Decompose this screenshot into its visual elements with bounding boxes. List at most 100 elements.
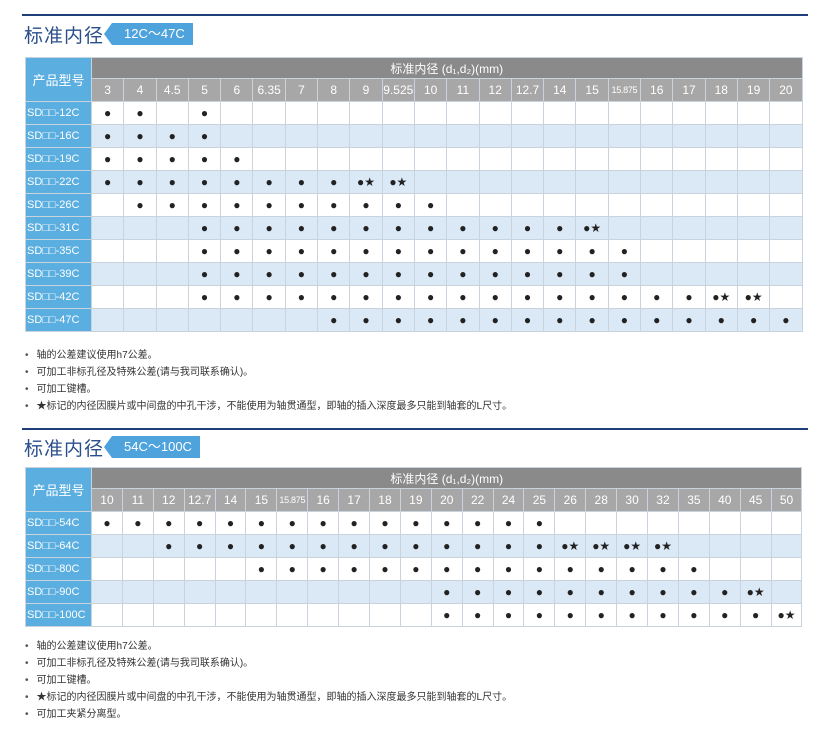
availability-cell: ●	[510, 262, 545, 286]
availability-cell	[123, 308, 157, 332]
availability-cell	[736, 262, 771, 286]
availability-cell	[369, 603, 401, 627]
availability-cell: ●	[220, 285, 254, 309]
availability-cell	[770, 511, 803, 535]
availability-cell: ●	[704, 308, 738, 332]
model-name: SD□□-100C	[25, 603, 92, 627]
availability-cell: ●	[647, 603, 679, 627]
availability-cell: ●	[413, 308, 448, 332]
availability-cell: ●	[543, 262, 577, 286]
availability-cell: ●	[381, 193, 415, 217]
availability-cell: ●	[446, 285, 480, 309]
note-item: ★标记的内径因膜片或中间盘的中孔干涉，不能使用为轴贯通型，即轴的插入深度最多只能…	[25, 689, 513, 706]
availability-cell: ●	[478, 285, 512, 309]
availability-cell	[252, 147, 286, 171]
availability-cell: ●	[90, 147, 125, 171]
availability-cell: ●	[708, 580, 741, 604]
availability-cell: ●	[284, 193, 319, 217]
availability-cell: ●	[317, 216, 351, 240]
size-header: 11	[446, 78, 480, 102]
availability-cell	[245, 580, 278, 604]
availability-cell: ●	[307, 511, 340, 535]
availability-cell: ●	[187, 285, 222, 309]
availability-cell: ●	[155, 193, 189, 217]
availability-cell	[677, 511, 710, 535]
availability-cell	[708, 557, 741, 581]
availability-cell	[349, 147, 383, 171]
availability-cell: ●	[245, 511, 278, 535]
availability-cell: ●	[510, 216, 545, 240]
availability-cell	[640, 193, 674, 217]
size-header: 6	[220, 78, 254, 102]
availability-cell	[121, 557, 154, 581]
size-header: 15	[575, 78, 609, 102]
availability-cell: ●	[338, 511, 371, 535]
availability-cell	[575, 101, 609, 125]
availability-cell	[736, 193, 771, 217]
availability-cell: ●	[543, 308, 577, 332]
table-row: SD□□-39C ● ● ● ● ● ● ● ● ● ● ● ● ● ●	[25, 262, 803, 286]
availability-cell	[739, 557, 772, 581]
availability-cell: ●	[575, 262, 609, 286]
availability-cell: ●	[220, 170, 254, 194]
availability-cell	[123, 285, 157, 309]
availability-cell: ●	[187, 239, 222, 263]
availability-cell	[307, 603, 340, 627]
availability-cell	[446, 101, 480, 125]
availability-cell	[640, 239, 674, 263]
size-header: 10	[413, 78, 448, 102]
size-header: 7	[284, 78, 319, 102]
availability-cell: ●	[369, 534, 401, 558]
availability-cell: ●	[381, 285, 415, 309]
size-header: 11	[121, 488, 154, 512]
availability-cell: ●	[123, 170, 157, 194]
availability-cell	[585, 511, 618, 535]
availability-cell: ●	[616, 557, 649, 581]
availability-cell: ●	[90, 170, 125, 194]
availability-cell	[155, 101, 189, 125]
availability-cell: ●	[152, 534, 185, 558]
availability-cell	[616, 511, 649, 535]
availability-cell	[736, 170, 771, 194]
model-name: SD□□-16C	[25, 124, 92, 148]
availability-cell: ●	[220, 193, 254, 217]
availability-cell	[121, 580, 154, 604]
availability-cell	[338, 603, 371, 627]
availability-cell	[543, 124, 577, 148]
model-name: SD□□-22C	[25, 170, 92, 194]
availability-cell: ●	[317, 239, 351, 263]
availability-cell	[220, 308, 254, 332]
availability-cell	[349, 101, 383, 125]
availability-cell: ●	[349, 308, 383, 332]
availability-cell: ●	[736, 308, 771, 332]
availability-cell	[704, 101, 738, 125]
availability-cell: ●	[492, 557, 525, 581]
availability-cell: ●	[252, 216, 286, 240]
availability-cell: ●	[276, 534, 309, 558]
size-header: 28	[585, 488, 618, 512]
size-header: 12.7	[510, 78, 545, 102]
availability-cell	[704, 124, 738, 148]
availability-cell: ●	[677, 557, 710, 581]
availability-cell	[607, 147, 642, 171]
availability-cell	[672, 239, 706, 263]
availability-cell: ●	[252, 239, 286, 263]
availability-cell: ●	[155, 124, 189, 148]
availability-cell: ●	[284, 285, 319, 309]
table-row: SD□□-54C ● ● ● ● ● ● ● ● ● ● ● ● ● ● ●	[25, 511, 803, 535]
availability-cell: ●	[647, 580, 679, 604]
size-header: 40	[708, 488, 741, 512]
availability-cell: ●	[769, 308, 803, 332]
table-row: SD□□-47C ● ● ● ● ● ● ● ● ● ● ● ● ● ● ●	[25, 308, 803, 332]
availability-cell: ●	[381, 216, 415, 240]
availability-cell: ●	[399, 557, 432, 581]
size-header: 15.875	[607, 78, 642, 102]
availability-cell: ●	[220, 239, 254, 263]
size-header: 25	[523, 488, 556, 512]
availability-cell	[607, 193, 642, 217]
availability-cell: ●★	[585, 534, 618, 558]
availability-cell: ●	[543, 239, 577, 263]
size-header: 9	[349, 78, 383, 102]
model-name: SD□□-54C	[25, 511, 92, 535]
availability-cell: ●	[446, 239, 480, 263]
